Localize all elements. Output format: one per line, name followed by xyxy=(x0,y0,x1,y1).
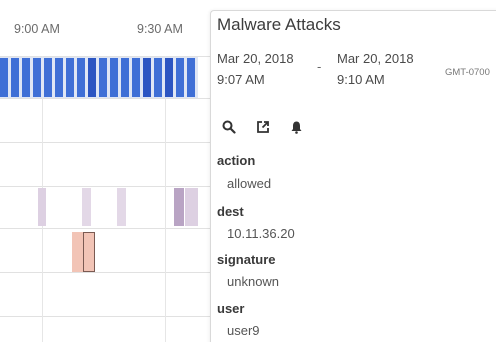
heat-cell[interactable] xyxy=(117,188,126,226)
gridline-0930 xyxy=(165,56,166,342)
heat-cell[interactable] xyxy=(154,58,162,97)
heat-cell[interactable] xyxy=(44,58,52,97)
start-time: 9:07 AM xyxy=(217,72,265,87)
time-label-0900: 9:00 AM xyxy=(14,22,60,36)
field-value-dest: 10.11.36.20 xyxy=(227,226,295,241)
screen: 9:00 AM 9:30 AM Malware Attacks Mar 20, … xyxy=(0,0,496,342)
row-divider xyxy=(0,142,210,143)
heat-cell[interactable] xyxy=(176,58,184,97)
timezone-label: GMT-0700 xyxy=(445,67,490,78)
bell-icon[interactable] xyxy=(288,119,304,135)
field-name-action: action xyxy=(217,153,256,168)
heat-cell[interactable] xyxy=(165,58,173,97)
heat-cell[interactable] xyxy=(22,58,30,97)
heat-cell[interactable] xyxy=(99,58,107,97)
heat-cell[interactable] xyxy=(88,58,96,97)
row-divider xyxy=(0,272,210,273)
field-name-user: user xyxy=(217,301,245,316)
heat-cell[interactable] xyxy=(55,58,63,97)
heat-cell[interactable] xyxy=(11,58,19,97)
heat-cell[interactable] xyxy=(33,58,41,97)
open-in-new-icon[interactable] xyxy=(255,119,271,135)
field-value-user: user9 xyxy=(227,323,260,338)
range-separator: - xyxy=(317,59,322,74)
end-date: Mar 20, 2018 xyxy=(337,51,414,66)
heat-cell[interactable] xyxy=(82,188,91,226)
row-divider xyxy=(0,98,210,99)
row-divider xyxy=(0,228,210,229)
row-divider xyxy=(0,316,210,317)
field-name-dest: dest xyxy=(217,204,244,219)
timeline: 9:00 AM 9:30 AM xyxy=(0,0,210,342)
heat-cell[interactable] xyxy=(38,188,46,226)
detail-panel: Malware Attacks Mar 20, 2018 9:07 AM - M… xyxy=(210,10,496,342)
start-date: Mar 20, 2018 xyxy=(217,51,294,66)
heat-cell[interactable] xyxy=(77,58,85,97)
heat-cell[interactable] xyxy=(110,58,118,97)
panel-title: Malware Attacks xyxy=(217,15,341,34)
heat-cell[interactable] xyxy=(66,58,74,97)
heat-cell[interactable] xyxy=(0,58,8,97)
search-icon[interactable] xyxy=(221,119,237,135)
heat-cell[interactable] xyxy=(132,58,140,97)
heat-cell[interactable] xyxy=(187,58,195,97)
heat-cell[interactable] xyxy=(143,58,151,97)
heat-cell[interactable] xyxy=(121,58,129,97)
time-label-0930: 9:30 AM xyxy=(137,22,183,36)
field-value-signature: unknown xyxy=(227,274,280,289)
row-divider xyxy=(0,186,210,187)
field-name-signature: signature xyxy=(217,252,276,267)
field-value-action: allowed xyxy=(227,176,272,191)
heat-cell[interactable] xyxy=(185,188,198,226)
heat-cell-selected[interactable] xyxy=(83,232,95,272)
end-time: 9:10 AM xyxy=(337,72,385,87)
heat-cell[interactable] xyxy=(174,188,184,226)
heat-cell[interactable] xyxy=(72,232,83,272)
